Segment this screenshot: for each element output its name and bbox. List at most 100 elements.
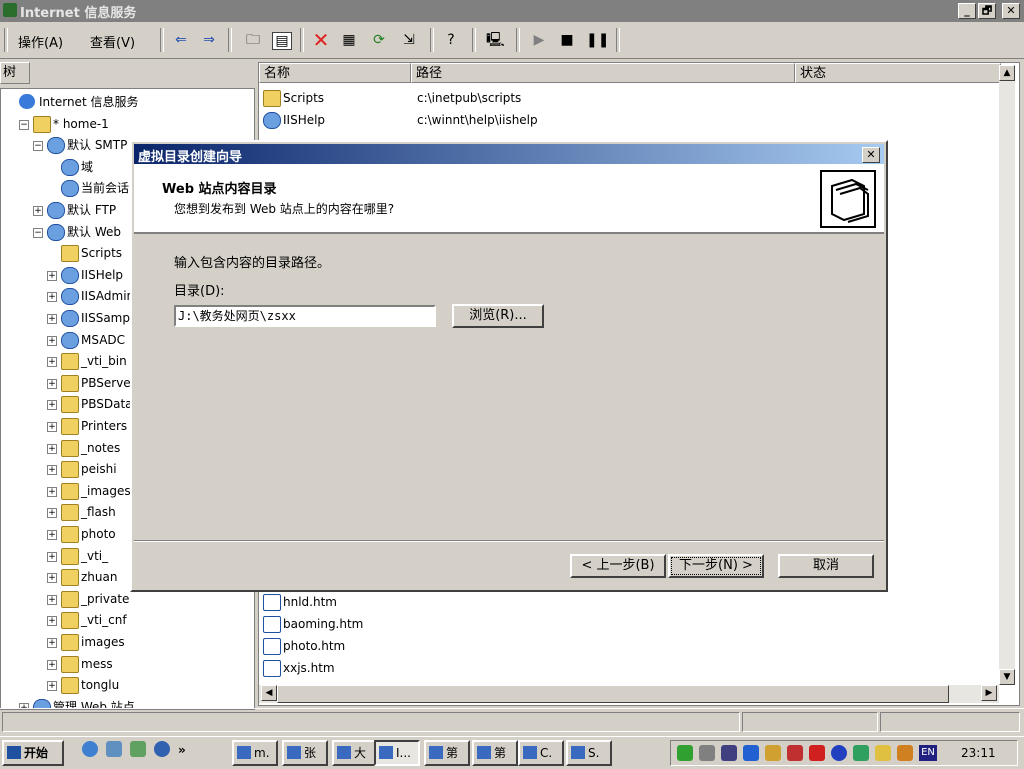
expand-icon[interactable]: + (47, 465, 57, 476)
expand-icon[interactable]: + (47, 314, 57, 324)
taskbar-task[interactable]: 张 (282, 740, 328, 766)
taskbar-task[interactable]: I... (374, 740, 420, 766)
instruction-text: 输入包含内容的目录路径。 (174, 256, 331, 271)
tree-item-label: * home-1 (53, 116, 109, 131)
browse-button[interactable]: 浏览(R)... (452, 304, 544, 328)
column-path[interactable]: 路径 (411, 63, 795, 83)
start-button[interactable]: 开始 (2, 740, 64, 766)
expand-icon[interactable]: + (47, 594, 57, 605)
web-icon (47, 223, 65, 241)
back-arrow-icon[interactable]: ⇐ (172, 32, 190, 48)
column-name[interactable]: 名称 (259, 63, 411, 83)
cancel-button[interactable]: 取消 (778, 554, 874, 578)
tray-moon-icon[interactable] (875, 745, 891, 761)
folder-icon (61, 482, 79, 500)
vertical-scrollbar-track[interactable] (999, 81, 1015, 671)
maximize-button[interactable]: 🗗 (978, 3, 996, 19)
collapse-icon[interactable]: − (33, 227, 43, 238)
play-icon[interactable]: ▶ (530, 32, 548, 48)
status-panel-main (2, 712, 740, 732)
tree-item-label: 默认 Web (67, 224, 121, 239)
menu-action[interactable]: 操作(A) (18, 32, 63, 51)
next-button[interactable]: 下一步(N) > (668, 554, 764, 578)
html-file-icon (263, 660, 281, 677)
clock[interactable]: 23:11 (961, 746, 996, 760)
refresh-icon[interactable]: ⟳ (370, 32, 388, 48)
delete-icon[interactable]: ✕ (312, 30, 330, 50)
expand-icon[interactable]: + (47, 659, 57, 670)
tray-eye-icon[interactable] (831, 745, 847, 761)
web-icon (61, 266, 79, 284)
taskbar-task[interactable]: 第 (424, 740, 470, 766)
expand-icon[interactable]: + (33, 206, 43, 216)
column-status[interactable]: 状态 (795, 63, 1001, 83)
dialog-close-button[interactable]: ✕ (862, 147, 880, 163)
tree-item-label: _vti_bin (81, 354, 127, 369)
expand-icon[interactable]: + (47, 378, 57, 389)
collapse-icon[interactable]: − (19, 119, 29, 130)
scroll-up-button[interactable]: ▲ (999, 65, 1015, 81)
quicklaunch-more-icon[interactable]: » (178, 743, 186, 757)
show-tree-icon[interactable]: ▤ (272, 32, 292, 50)
taskbar-task[interactable]: 大 (332, 740, 378, 766)
taskbar-task[interactable]: C. (518, 740, 564, 766)
expand-icon[interactable]: + (47, 357, 57, 368)
tree-item-label: _vti_cnf (81, 613, 127, 628)
language-indicator[interactable]: EN (919, 745, 937, 761)
scroll-left-button[interactable]: ◀ (261, 685, 277, 701)
tray-lock-icon[interactable] (897, 745, 913, 761)
expand-icon[interactable]: + (47, 335, 57, 346)
expand-icon[interactable]: + (47, 443, 57, 454)
ie-quicklaunch-icon[interactable] (82, 741, 98, 757)
properties-icon[interactable]: ▦ (340, 32, 358, 48)
volume-icon[interactable] (699, 745, 715, 761)
expand-icon[interactable]: + (47, 422, 57, 432)
network-icon[interactable] (721, 745, 737, 761)
media-quicklaunch-icon[interactable] (154, 741, 170, 757)
toolbar-separator (430, 28, 434, 52)
tray-green-icon[interactable] (853, 745, 869, 761)
computer-icon[interactable]: 🖳 (486, 32, 505, 48)
help-icon[interactable]: ? (442, 32, 460, 48)
tray-blue-icon[interactable] (743, 745, 759, 761)
menu-view[interactable]: 查看(V) (90, 32, 135, 51)
start-label: 开始 (24, 746, 49, 760)
expand-icon[interactable]: + (47, 681, 57, 692)
expand-icon[interactable]: + (47, 551, 57, 562)
stop-icon[interactable]: ■ (558, 32, 576, 48)
scroll-down-button[interactable]: ▼ (999, 669, 1015, 685)
close-button[interactable]: ✕ (1002, 3, 1020, 19)
expand-icon[interactable]: + (47, 530, 57, 540)
expand-icon[interactable]: + (47, 486, 57, 497)
expand-icon[interactable]: + (47, 573, 57, 584)
expand-icon[interactable]: + (47, 270, 57, 281)
outlook-quicklaunch-icon[interactable] (130, 741, 146, 757)
status-panel-2 (742, 712, 878, 732)
expand-icon[interactable]: + (47, 400, 57, 411)
back-button[interactable]: < 上一步(B) (570, 554, 666, 578)
taskbar-task[interactable]: S. (566, 740, 612, 766)
expand-icon[interactable]: + (47, 638, 57, 648)
expand-icon[interactable]: + (47, 508, 57, 519)
forward-arrow-icon[interactable]: ⇒ (200, 32, 218, 48)
folder-icon (61, 439, 79, 457)
horizontal-scroll-thumb[interactable] (277, 685, 949, 703)
tray-yellow-icon[interactable] (765, 745, 781, 761)
expand-icon[interactable]: + (47, 292, 57, 303)
scroll-right-button[interactable]: ▶ (981, 685, 997, 701)
export-icon[interactable]: ⇲ (400, 32, 418, 48)
window-title-bar[interactable]: Internet 信息服务 _ 🗗 ✕ (0, 0, 1024, 22)
directory-input[interactable]: J:\教务处网页\zsxx (174, 305, 436, 327)
pause-icon[interactable]: ❚❚ (586, 32, 609, 48)
dialog-title-bar[interactable]: 虚拟目录创建向导 ✕ (134, 144, 884, 165)
taskbar-task[interactable]: m. (232, 740, 278, 766)
tray-app-icon[interactable] (677, 745, 693, 761)
shield-icon[interactable] (809, 745, 825, 761)
desktop-quicklaunch-icon[interactable] (106, 741, 122, 757)
antivirus-icon[interactable] (787, 745, 803, 761)
taskbar-task[interactable]: 第 (472, 740, 518, 766)
up-folder-icon[interactable]: 🗀 (244, 32, 262, 48)
collapse-icon[interactable]: − (33, 141, 43, 152)
minimize-button[interactable]: _ (958, 3, 976, 19)
expand-icon[interactable]: + (47, 616, 57, 627)
